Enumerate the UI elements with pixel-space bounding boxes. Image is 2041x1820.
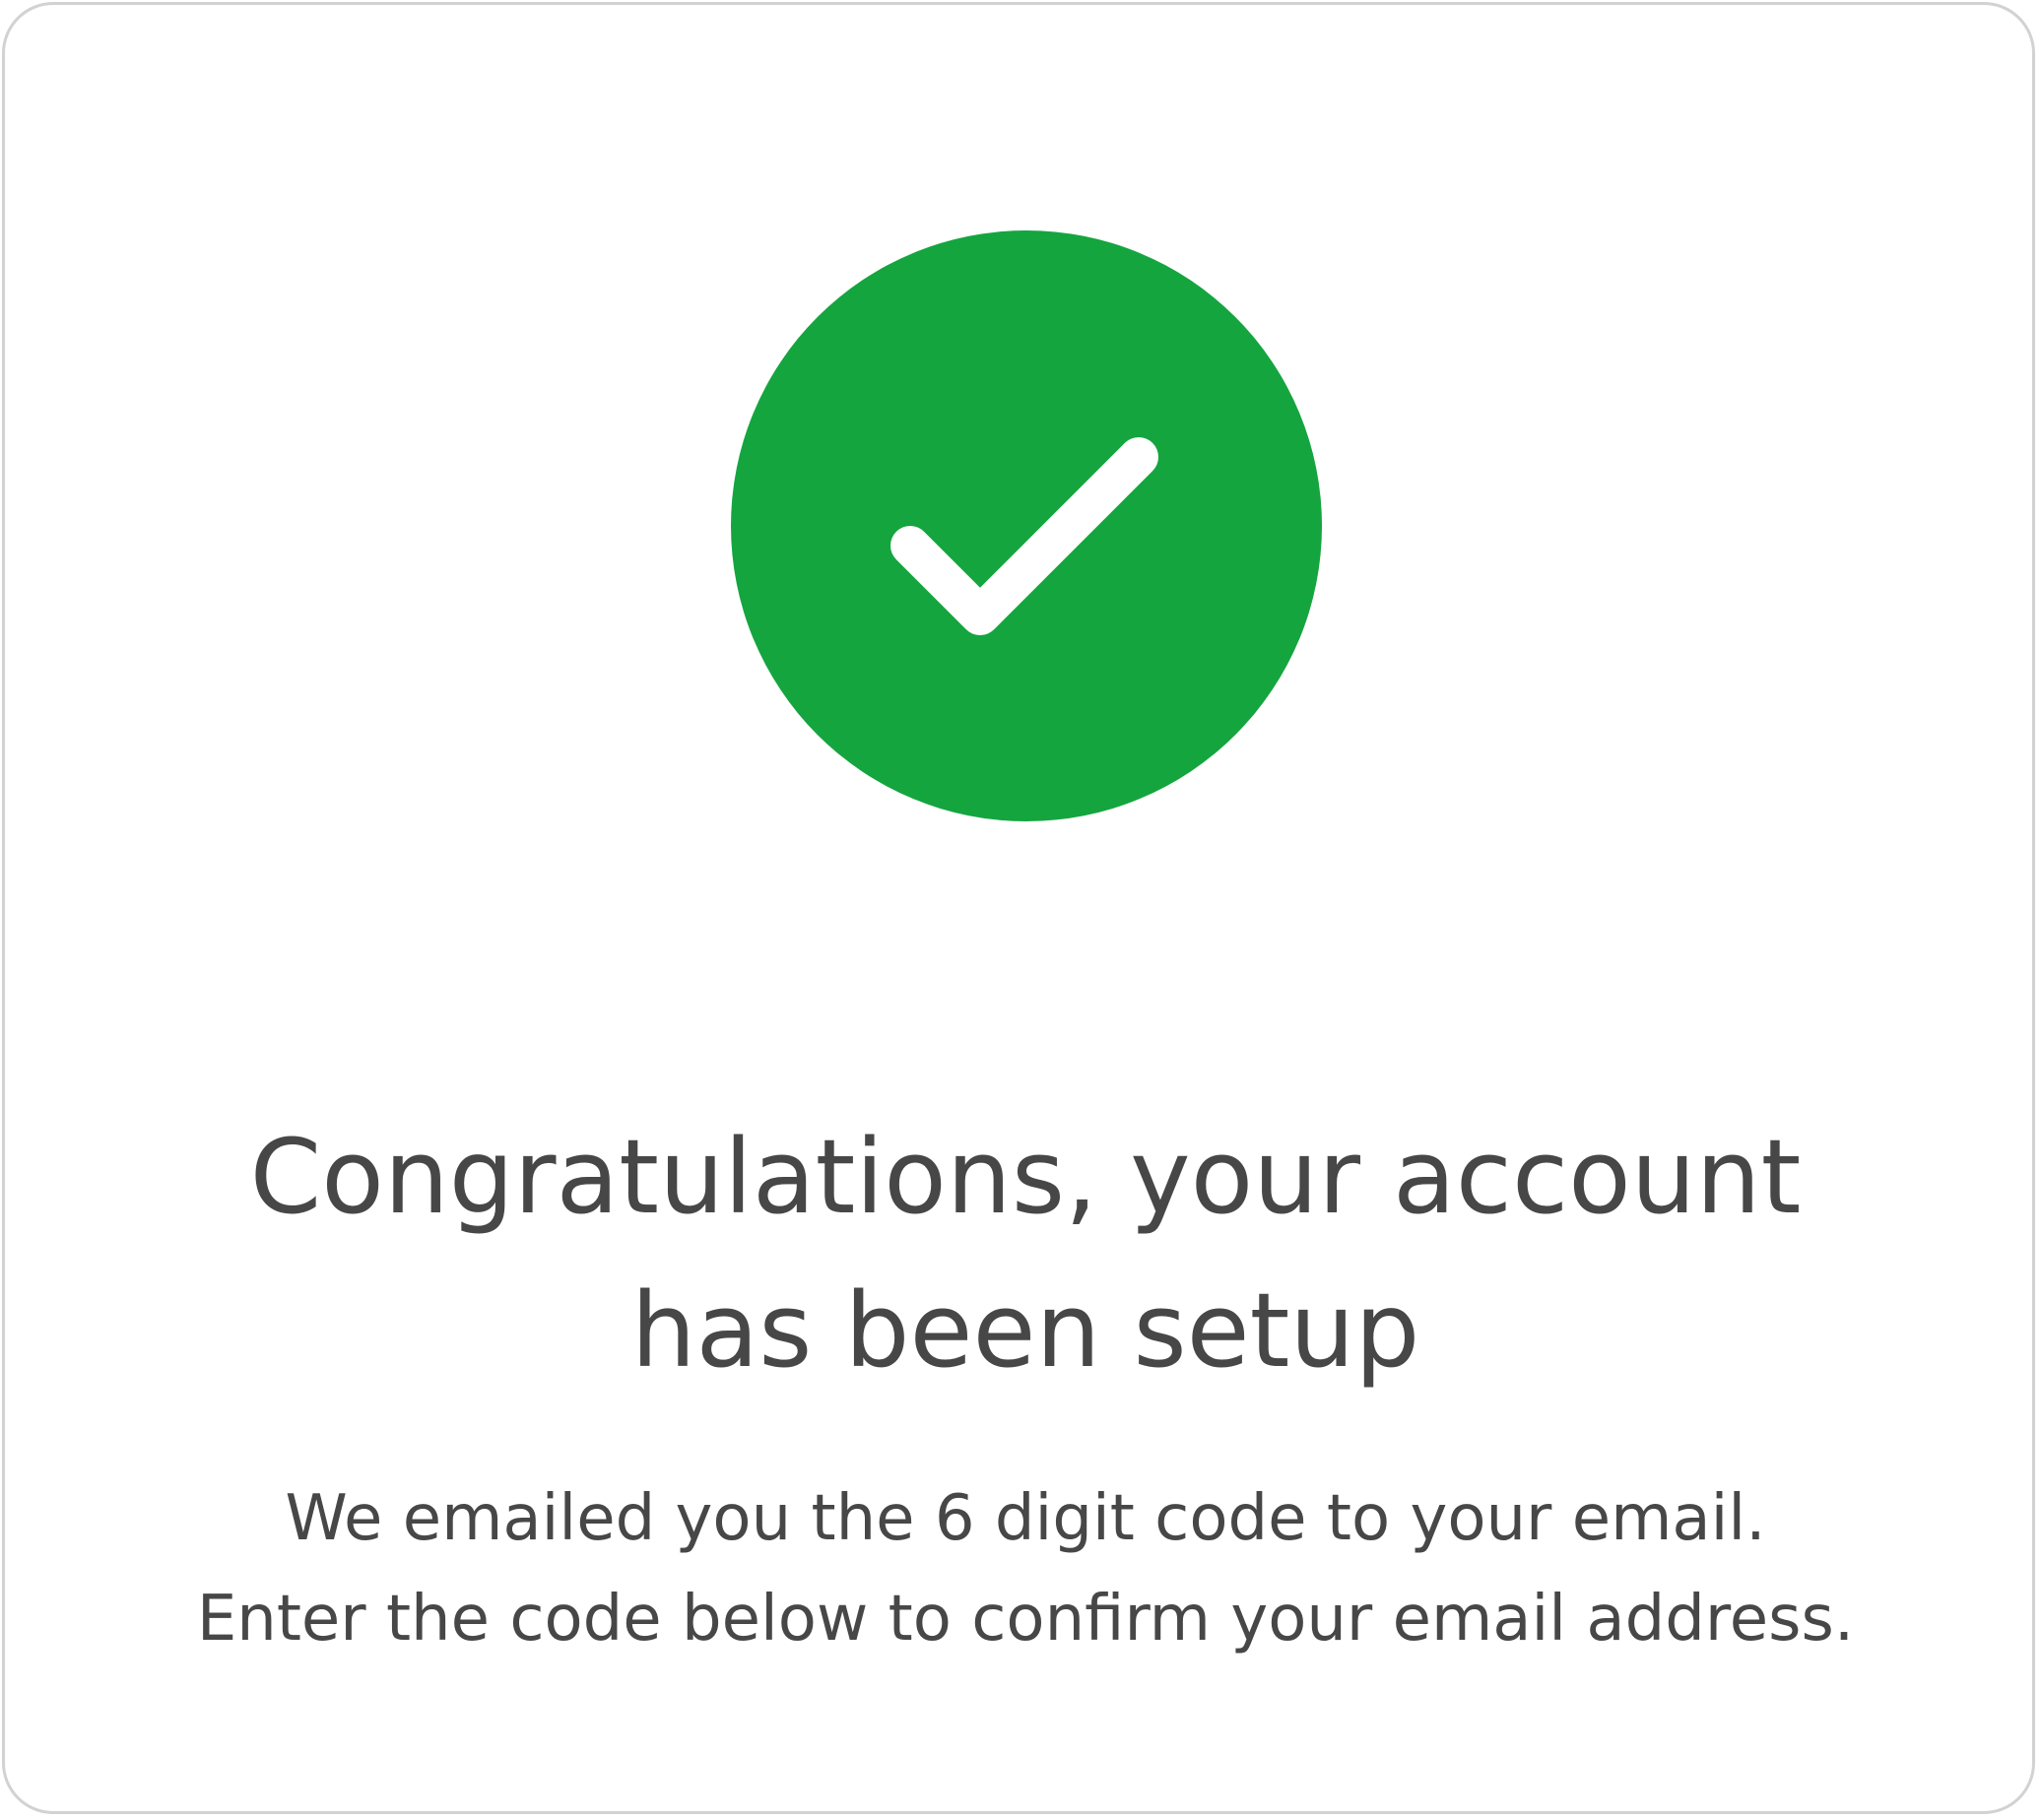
title-line-2: has been setup: [630, 1270, 1420, 1391]
instruction-line-1: We emailed you the 6 digit code to your …: [285, 1482, 1766, 1555]
title-line-1: Congratulations, your account: [249, 1117, 1802, 1237]
page-title: Congratulations, your account has been s…: [5, 1100, 2041, 1407]
success-badge: [731, 230, 1322, 821]
instruction-line-2: Enter the code below to confirm your ema…: [196, 1583, 1855, 1656]
instruction-text: We emailed you the 6 digit code to your …: [5, 1468, 2041, 1669]
confirmation-card: Congratulations, your account has been s…: [2, 2, 2035, 1814]
check-icon: [890, 437, 1158, 635]
